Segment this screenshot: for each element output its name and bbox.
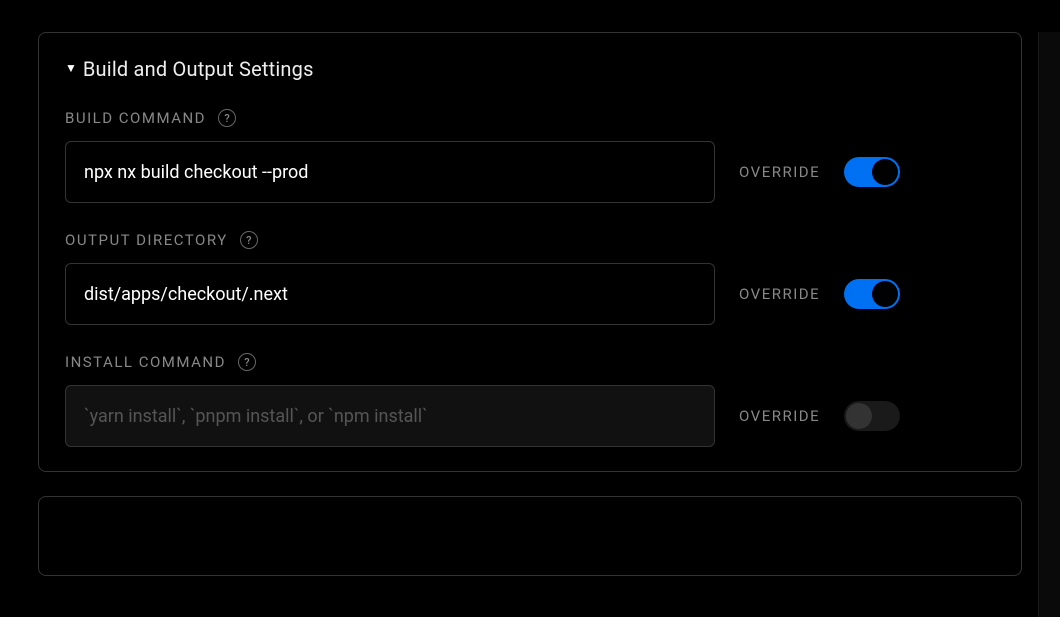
- disclosure-triangle-icon: ▼: [65, 62, 77, 74]
- install-command-label: INSTALL COMMAND: [65, 353, 226, 371]
- install-command-input[interactable]: [65, 385, 715, 447]
- toggle-knob: [846, 403, 872, 429]
- build-command-group: BUILD COMMAND ? OVERRIDE: [65, 109, 995, 203]
- panel-title: Build and Output Settings: [83, 57, 314, 81]
- build-output-settings-panel: ▼ Build and Output Settings BUILD COMMAN…: [38, 32, 1022, 472]
- build-command-label: BUILD COMMAND: [65, 109, 206, 127]
- build-command-label-row: BUILD COMMAND ?: [65, 109, 995, 127]
- override-label: OVERRIDE: [739, 407, 820, 425]
- install-command-group: INSTALL COMMAND ? OVERRIDE: [65, 353, 995, 447]
- build-command-input[interactable]: [65, 141, 715, 203]
- toggle-knob: [872, 159, 898, 185]
- next-panel: [38, 496, 1022, 576]
- scrollbar-track[interactable]: [1038, 32, 1060, 617]
- help-icon[interactable]: ?: [218, 109, 236, 127]
- help-icon[interactable]: ?: [240, 231, 258, 249]
- output-directory-input-row: OVERRIDE: [65, 263, 995, 325]
- toggle-knob: [872, 281, 898, 307]
- panel-header[interactable]: ▼ Build and Output Settings: [65, 57, 995, 81]
- override-label: OVERRIDE: [739, 163, 820, 181]
- build-command-input-row: OVERRIDE: [65, 141, 995, 203]
- output-directory-input[interactable]: [65, 263, 715, 325]
- build-command-override-toggle[interactable]: [844, 157, 900, 187]
- output-directory-label: OUTPUT DIRECTORY: [65, 231, 228, 249]
- install-command-input-row: OVERRIDE: [65, 385, 995, 447]
- help-icon[interactable]: ?: [238, 353, 256, 371]
- output-directory-override-toggle[interactable]: [844, 279, 900, 309]
- install-command-override-toggle[interactable]: [844, 401, 900, 431]
- output-directory-group: OUTPUT DIRECTORY ? OVERRIDE: [65, 231, 995, 325]
- install-command-label-row: INSTALL COMMAND ?: [65, 353, 995, 371]
- override-label: OVERRIDE: [739, 285, 820, 303]
- output-directory-label-row: OUTPUT DIRECTORY ?: [65, 231, 995, 249]
